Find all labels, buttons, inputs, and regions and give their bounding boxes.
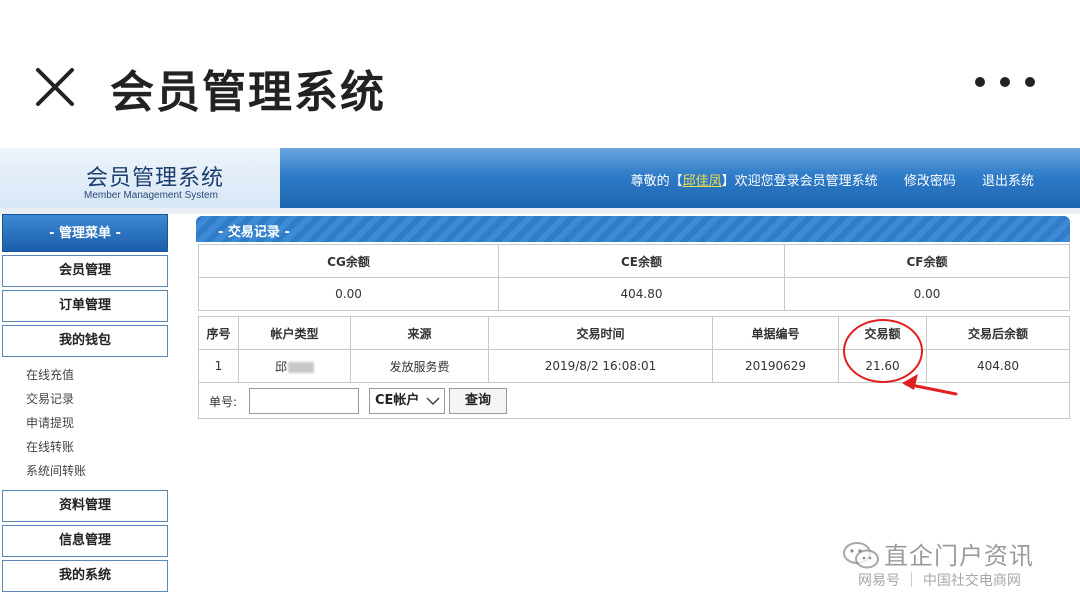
submenu-item-inter-system-transfer[interactable]: 系统间转账 <box>26 459 168 483</box>
col-header-doc-no: 单据编号 <box>712 316 839 350</box>
col-header-index: 序号 <box>198 316 239 350</box>
panel-header: - 交易记录 - <box>196 216 1070 242</box>
balance-header-cg: CG余额 <box>198 244 499 278</box>
balance-header-cf: CF余额 <box>784 244 1070 278</box>
sidebar-header: - 管理菜单 - <box>2 214 168 252</box>
balance-value-row: 0.00 404.80 0.00 <box>198 277 1070 311</box>
logout-link[interactable]: 退出系统 <box>982 174 1034 189</box>
site-subtitle: Member Management System <box>84 190 218 201</box>
submenu-item-withdraw-request[interactable]: 申请提现 <box>26 411 168 435</box>
wallet-submenu: 在线充值 交易记录 申请提现 在线转账 系统间转账 <box>2 357 168 487</box>
submenu-item-transaction-records[interactable]: 交易记录 <box>26 387 168 411</box>
user-name-link[interactable]: 邱佳凤 <box>683 174 722 189</box>
balance-header-ce: CE余额 <box>498 244 785 278</box>
cell-index: 1 <box>198 349 239 383</box>
sidebar-item-my-wallet[interactable]: 我的钱包 <box>2 325 168 357</box>
close-icon <box>36 68 74 106</box>
sidebar-item-member-management[interactable]: 会员管理 <box>2 255 168 287</box>
site-header: 会员管理系统 Member Management System 尊敬的【邱佳凤】… <box>0 148 1080 208</box>
watermark-subtitle: 网易号 ｜ 中国社交电商网 <box>858 573 1021 589</box>
sidebar-item-my-system[interactable]: 我的系统 <box>2 560 168 592</box>
site-title: 会员管理系统 <box>86 166 225 191</box>
table-header-row: 序号 帐户类型 来源 交易时间 单据编号 交易额 交易后余额 <box>198 316 1070 350</box>
change-password-link[interactable]: 修改密码 <box>904 174 956 189</box>
cell-account-type: 邱 <box>238 349 351 383</box>
cell-doc-no: 20190629 <box>712 349 839 383</box>
watermark-title: 直企门户资讯 <box>884 542 1034 570</box>
annotation-arrow-icon <box>902 374 958 396</box>
col-header-balance-after: 交易后余额 <box>926 316 1070 350</box>
col-header-account-type: 帐户类型 <box>238 316 351 350</box>
balance-value-cg: 0.00 <box>198 277 499 311</box>
wechat-icon <box>843 542 879 569</box>
order-number-label: 单号: <box>209 395 238 409</box>
redaction-blur <box>288 361 314 373</box>
col-header-source: 来源 <box>350 316 489 350</box>
sidebar: - 管理菜单 - 会员管理 订单管理 我的钱包 在线充值 交易记录 申请提现 在… <box>2 214 168 592</box>
query-button[interactable]: 查询 <box>449 388 507 414</box>
panel-title: - 交易记录 - <box>218 225 290 240</box>
watermark: 直企门户资讯 网易号 ｜ 中国社交电商网 <box>836 536 1076 596</box>
app-title: 会员管理系统 <box>110 67 386 118</box>
submenu-item-online-transfer[interactable]: 在线转账 <box>26 435 168 459</box>
app-bar: 会员管理系统 <box>0 40 1080 132</box>
cell-time: 2019/8/2 16:08:01 <box>488 349 713 383</box>
sidebar-item-order-management[interactable]: 订单管理 <box>2 290 168 322</box>
account-select[interactable]: CE帐户 <box>369 388 445 414</box>
account-select-value: CE帐户 <box>375 393 420 408</box>
more-options-button[interactable] <box>975 62 1035 102</box>
greeting-suffix: 】欢迎您登录会员管理系统 <box>721 174 878 189</box>
balance-value-ce: 404.80 <box>498 277 785 311</box>
col-header-time: 交易时间 <box>488 316 713 350</box>
greeting-prefix: 尊敬的【 <box>630 174 683 189</box>
balance-header-row: CG余额 CE余额 CF余额 <box>198 244 1070 278</box>
more-dot-icon <box>975 77 985 87</box>
more-dot-icon <box>1025 77 1035 87</box>
submenu-item-online-recharge[interactable]: 在线充值 <box>26 363 168 387</box>
sidebar-item-profile-management[interactable]: 资料管理 <box>2 490 168 522</box>
account-type-text: 邱 <box>274 359 287 374</box>
balance-table: CG余额 CE余额 CF余额 0.00 404.80 0.00 <box>198 244 1070 311</box>
balance-value-cf: 0.00 <box>784 277 1070 311</box>
cell-source: 发放服务费 <box>350 349 489 383</box>
chevron-down-icon <box>426 397 440 406</box>
close-button[interactable] <box>30 62 80 112</box>
order-number-input[interactable] <box>249 388 359 414</box>
sidebar-item-info-management[interactable]: 信息管理 <box>2 525 168 557</box>
header-nav: 尊敬的【邱佳凤】欢迎您登录会员管理系统 修改密码 退出系统 <box>631 170 1034 189</box>
more-dot-icon <box>1000 77 1010 87</box>
status-bar <box>0 0 1080 18</box>
